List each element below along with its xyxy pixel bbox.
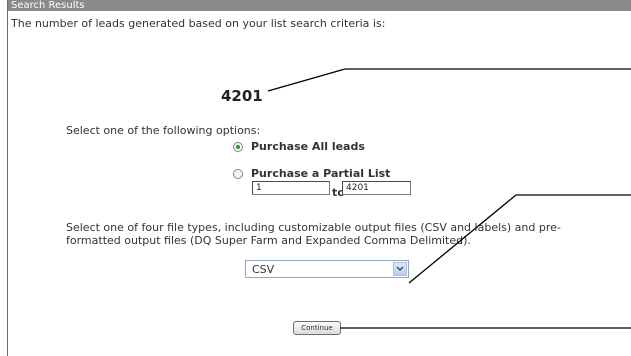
search-results-panel: Search Results The number of leads gener…: [7, 0, 631, 356]
lead-count: 4201: [221, 87, 263, 105]
purchase-partial-radio[interactable]: [233, 168, 243, 179]
file-type-description: Select one of four file types, including…: [66, 221, 561, 247]
intro-text: The number of leads generated based on y…: [11, 17, 386, 30]
file-type-select[interactable]: CSV: [245, 260, 409, 278]
range-from-input[interactable]: 1: [252, 181, 330, 195]
chevron-down-icon[interactable]: [393, 262, 407, 276]
purchase-partial-label: Purchase a Partial List: [251, 167, 391, 180]
range-to-input[interactable]: 4201: [342, 181, 411, 195]
purchase-partial-option[interactable]: Purchase a Partial List: [233, 167, 390, 180]
options-prompt: Select one of the following options:: [66, 124, 261, 137]
panel-title: Search Results: [8, 0, 631, 11]
file-type-selected-value: CSV: [252, 263, 275, 276]
continue-button[interactable]: Continue: [293, 321, 341, 335]
purchase-all-radio[interactable]: [233, 141, 243, 152]
purchase-all-label: Purchase All leads: [251, 140, 365, 153]
purchase-all-option[interactable]: Purchase All leads: [233, 140, 365, 153]
